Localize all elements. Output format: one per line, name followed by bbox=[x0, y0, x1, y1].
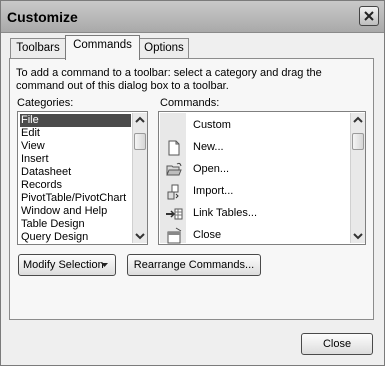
chevron-down-icon bbox=[353, 233, 363, 240]
tab-commands[interactable]: Commands bbox=[65, 35, 140, 60]
commands-list[interactable]: Custom New... Open... Import... Link Tab… bbox=[158, 111, 366, 245]
command-item-import[interactable]: Import... bbox=[159, 181, 349, 203]
command-label: New... bbox=[193, 141, 224, 153]
category-item-insert[interactable]: Insert bbox=[20, 153, 131, 166]
category-item-window-help[interactable]: Window and Help bbox=[20, 205, 131, 218]
dropdown-arrow-icon bbox=[101, 263, 108, 267]
command-label: Custom bbox=[193, 119, 231, 131]
tab-toolbars[interactable]: Toolbars bbox=[10, 38, 66, 58]
tab-toolbars-label: Toolbars bbox=[16, 42, 60, 54]
modify-selection-label: Modify Selection bbox=[23, 259, 104, 271]
scroll-thumb[interactable] bbox=[352, 133, 364, 150]
tab-commands-label: Commands bbox=[73, 39, 132, 51]
close-button-label: Close bbox=[322, 338, 352, 350]
modify-selection-button[interactable]: Modify Selection bbox=[18, 254, 116, 276]
command-item-new[interactable]: New... bbox=[159, 137, 349, 159]
rearrange-commands-button[interactable]: Rearrange Commands... bbox=[127, 254, 261, 276]
category-item-file[interactable]: File bbox=[20, 114, 131, 127]
categories-scrollbar[interactable] bbox=[132, 113, 147, 243]
command-item-open[interactable]: Open... bbox=[159, 159, 349, 181]
command-label: Open... bbox=[193, 163, 230, 175]
commands-scrollbar[interactable] bbox=[350, 113, 365, 243]
command-item-link-tables[interactable]: Link Tables... bbox=[159, 203, 349, 225]
category-item-pivottable[interactable]: PivotTable/PivotChart bbox=[20, 192, 131, 205]
title-close-button[interactable] bbox=[359, 6, 379, 26]
command-label: Close bbox=[193, 229, 222, 241]
command-item-custom[interactable]: Custom bbox=[159, 115, 349, 137]
link-tables-icon bbox=[166, 208, 183, 220]
category-item-edit[interactable]: Edit bbox=[20, 127, 131, 140]
close-window-icon bbox=[167, 227, 182, 244]
rearrange-commands-label: Rearrange Commands... bbox=[133, 259, 255, 271]
categories-list[interactable]: File Edit View Insert Datasheet Records … bbox=[17, 111, 148, 245]
category-item-table-design[interactable]: Table Design bbox=[20, 218, 131, 231]
instructions-text: To add a command to a toolbar: select a … bbox=[16, 67, 322, 92]
title-bar[interactable]: Customize bbox=[1, 1, 384, 33]
category-item-datasheet[interactable]: Datasheet bbox=[20, 166, 131, 179]
scroll-up-button[interactable] bbox=[351, 113, 365, 127]
scroll-down-button[interactable] bbox=[133, 229, 147, 243]
close-button[interactable]: Close bbox=[301, 333, 373, 355]
window-title: Customize bbox=[7, 9, 78, 25]
scroll-thumb[interactable] bbox=[134, 133, 146, 150]
command-item-close[interactable]: Close bbox=[159, 225, 349, 244]
close-icon bbox=[364, 11, 374, 21]
tab-options[interactable]: Options bbox=[139, 38, 189, 58]
category-item-query-design[interactable]: Query Design bbox=[20, 231, 131, 244]
chevron-down-icon bbox=[135, 233, 145, 240]
open-folder-icon bbox=[166, 162, 182, 176]
tab-options-label: Options bbox=[144, 42, 184, 54]
chevron-up-icon bbox=[135, 116, 145, 123]
category-item-view[interactable]: View bbox=[20, 140, 131, 153]
command-label: Import... bbox=[193, 185, 234, 197]
new-document-icon bbox=[168, 140, 180, 156]
chevron-up-icon bbox=[353, 116, 363, 123]
import-icon bbox=[167, 184, 179, 200]
scroll-up-button[interactable] bbox=[133, 113, 147, 127]
command-label: Link Tables... bbox=[193, 207, 258, 219]
categories-label: Categories: bbox=[17, 97, 74, 109]
scroll-down-button[interactable] bbox=[351, 229, 365, 243]
commands-label: Commands: bbox=[160, 97, 220, 109]
category-item-records[interactable]: Records bbox=[20, 179, 131, 192]
